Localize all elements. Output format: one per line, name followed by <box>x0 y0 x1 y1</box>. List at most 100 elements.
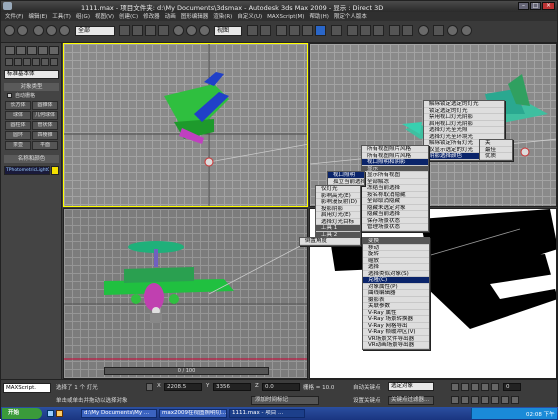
menu-create[interactable]: 创建(C) <box>119 12 138 20</box>
viewport-front[interactable]: 0 / 100 <box>63 208 308 379</box>
torus-button[interactable]: 圆环 <box>5 131 31 140</box>
shadow-good-item[interactable]: 优质 <box>480 153 512 160</box>
maxscript-listener[interactable]: MAXScript. <box>3 383 51 393</box>
time-slider[interactable]: 0 / 100 <box>104 367 269 375</box>
go-to-end-icon[interactable] <box>491 383 499 391</box>
plane-button[interactable]: 平面 <box>32 141 58 150</box>
transform-menu-item[interactable]: VR动画场景导出器 <box>363 342 429 349</box>
percent-snap-icon[interactable] <box>302 25 313 36</box>
cameras-icon[interactable] <box>32 58 40 66</box>
select-object-icon[interactable] <box>119 25 130 36</box>
spinner-snap-icon[interactable] <box>315 25 326 36</box>
menu-customize[interactable]: 自定义(U) <box>237 12 262 20</box>
maximize-viewport-icon[interactable] <box>511 396 519 404</box>
menu-rendering[interactable]: 渲染(R) <box>213 12 232 20</box>
autogrid-checkbox[interactable] <box>7 93 12 98</box>
snap-toggle-icon[interactable] <box>276 25 287 36</box>
selection-region-icon[interactable] <box>145 25 156 36</box>
z-coordinate-field[interactable]: 0.0 <box>262 383 300 391</box>
link-icon[interactable] <box>33 25 44 36</box>
app-icon[interactable] <box>3 2 12 10</box>
angle-snap-icon[interactable] <box>289 25 300 36</box>
menu-animation[interactable]: 动画 <box>165 12 176 20</box>
reference-coordinate-dropdown[interactable]: 视图 <box>214 26 242 36</box>
display-menu-item[interactable]: 管理场景状态 <box>362 224 428 231</box>
object-name-field[interactable]: TPhotometricLight01 <box>4 166 50 175</box>
play-icon[interactable] <box>471 383 479 391</box>
cone-button[interactable]: 圆锥体 <box>32 101 58 110</box>
object-color-swatch[interactable] <box>51 166 59 175</box>
selection-filter-dropdown[interactable]: 全部 <box>75 26 115 36</box>
previous-frame-icon[interactable] <box>461 383 469 391</box>
box-button[interactable]: 长方体 <box>5 101 31 110</box>
zoom-icon[interactable] <box>451 396 459 404</box>
schematic-view-icon[interactable] <box>402 25 413 36</box>
select-scale-icon[interactable] <box>199 25 210 36</box>
object-type-rollout[interactable]: 对象类型 <box>4 83 59 91</box>
unlink-icon[interactable] <box>46 25 57 36</box>
cylinder-button[interactable]: 圆柱体 <box>5 121 31 130</box>
select-rotate-icon[interactable] <box>186 25 197 36</box>
current-frame-field[interactable]: 0 <box>503 383 521 391</box>
tube-button[interactable]: 管状体 <box>32 121 58 130</box>
bind-space-warp-icon[interactable] <box>59 25 70 36</box>
select-move-icon[interactable] <box>173 25 184 36</box>
menu-tools[interactable]: 工具(T) <box>52 12 71 20</box>
pan-icon[interactable] <box>491 396 499 404</box>
manipulate-icon[interactable] <box>260 25 271 36</box>
next-frame-icon[interactable] <box>481 383 489 391</box>
geometry-icon[interactable] <box>5 58 13 66</box>
taskbar-item-3dsmax[interactable]: 1111.max - 项目 ... <box>229 409 305 418</box>
shapes-icon[interactable] <box>14 58 22 66</box>
menu-file[interactable]: 文件(F) <box>5 12 23 20</box>
render-frame-icon[interactable] <box>447 25 458 36</box>
quick-launch-icon[interactable] <box>56 410 63 417</box>
add-time-tag-button[interactable]: 添加时间标记 <box>251 396 319 405</box>
redo-icon[interactable] <box>17 25 28 36</box>
layer-manager-icon[interactable] <box>373 25 384 36</box>
autokey-button[interactable]: 自动关键点 <box>353 383 381 391</box>
space-warps-icon[interactable] <box>50 58 58 66</box>
object-category-dropdown[interactable]: 标准基本体 <box>4 70 59 79</box>
menu-edit[interactable]: 编辑(E) <box>28 12 47 20</box>
render-setup-icon[interactable] <box>433 25 444 36</box>
start-button[interactable]: 开始 <box>2 408 42 419</box>
menu-group[interactable]: 组(G) <box>76 12 90 20</box>
material-editor-icon[interactable] <box>418 25 429 36</box>
y-coordinate-field[interactable]: 3356 <box>213 383 251 391</box>
menu-personal-edition[interactable]: 限定个人版本 <box>334 12 367 20</box>
key-mode-dropdown[interactable]: 选定对象 <box>388 382 434 391</box>
menu-views[interactable]: 视图(V) <box>95 12 114 20</box>
key-filters-button[interactable]: 关键点过滤器... <box>388 396 434 405</box>
taskbar-item-browser[interactable]: max2009在视图照明切... <box>159 409 227 418</box>
helpers-icon[interactable] <box>41 58 49 66</box>
set-key-button[interactable]: 设置关键点 <box>353 396 381 404</box>
curve-editor-icon[interactable] <box>389 25 400 36</box>
light-gizmo-right[interactable] <box>520 147 530 157</box>
light-gizmo-top[interactable] <box>204 157 214 167</box>
lights-icon[interactable] <box>23 58 31 66</box>
invert-angle-item[interactable]: 倒置角度 <box>300 238 360 245</box>
quick-launch-icon[interactable] <box>47 410 54 417</box>
utilities-tab-icon[interactable] <box>49 46 59 55</box>
viewport-top[interactable] <box>63 43 308 207</box>
teapot-button[interactable]: 茶壶 <box>5 141 31 150</box>
align-icon[interactable] <box>360 25 371 36</box>
x-coordinate-field[interactable]: 2208.5 <box>164 383 202 391</box>
menu-graph-editors[interactable]: 图形编辑器 <box>181 12 209 20</box>
motion-tab-icon[interactable] <box>38 46 48 55</box>
menu-maxscript[interactable]: MAXScript(M) <box>267 14 304 20</box>
minimize-button[interactable]: – <box>518 2 529 10</box>
quick-render-icon[interactable] <box>461 25 472 36</box>
field-of-view-icon[interactable] <box>481 396 489 404</box>
name-color-rollout[interactable]: 名称和颜色 <box>4 155 59 163</box>
taskbar-item-explorer[interactable]: d:\My Documents\My ... <box>81 409 157 418</box>
mirror-icon[interactable] <box>347 25 358 36</box>
menu-modifiers[interactable]: 修改器 <box>143 12 160 20</box>
undo-icon[interactable] <box>4 25 15 36</box>
close-button[interactable]: × <box>542 2 555 10</box>
modify-tab-icon[interactable] <box>16 46 26 55</box>
geosphere-button[interactable]: 几何球体 <box>32 111 58 120</box>
window-crossing-icon[interactable] <box>158 25 169 36</box>
menu-help[interactable]: 帮助(H) <box>309 12 328 20</box>
